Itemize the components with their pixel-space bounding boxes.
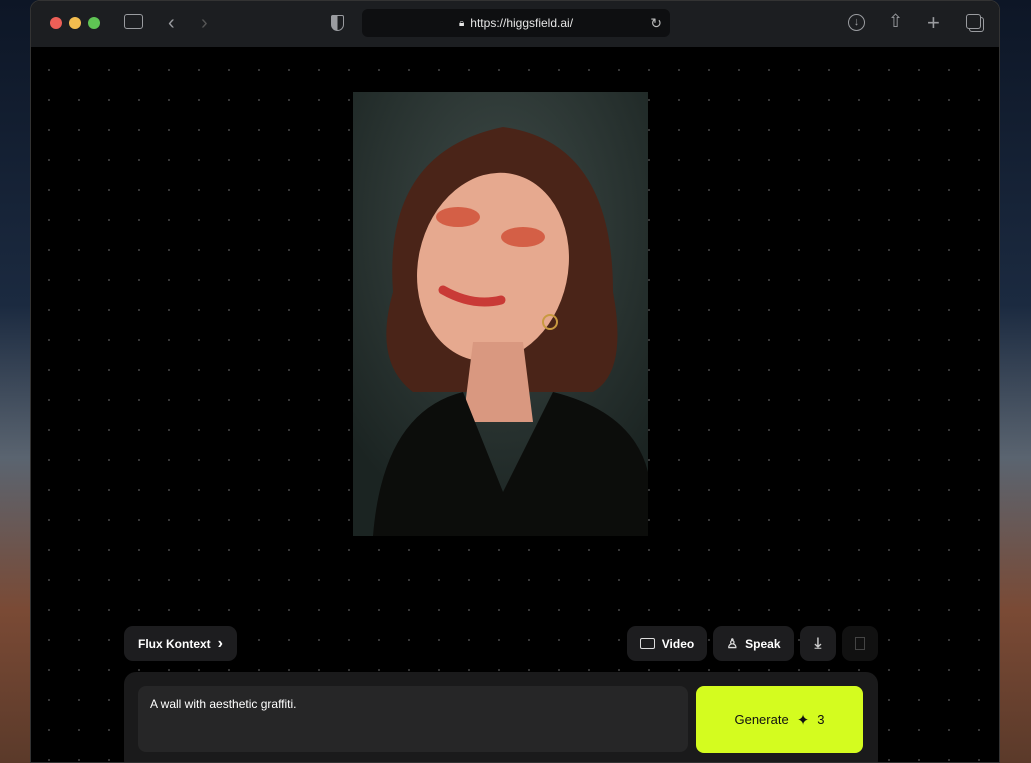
forward-icon[interactable]: › — [201, 13, 208, 33]
reload-icon[interactable]: ↻ — [650, 15, 662, 32]
prompt-panel: A wall with aesthetic graffiti. Generate… — [124, 672, 878, 762]
generate-button[interactable]: Generate ✦ 3 — [696, 686, 863, 753]
share-icon[interactable]: ⇧ — [888, 12, 903, 30]
browser-toolbar: ‹ › 🔒︎ https://higgsfield.ai/ ↻ ↓ ⇧ + — [31, 1, 999, 48]
prompt-input[interactable]: A wall with aesthetic graffiti. — [138, 686, 688, 752]
model-label: Flux Kontext — [138, 636, 211, 651]
maximize-window-button[interactable] — [88, 17, 100, 29]
privacy-shield-icon[interactable] — [331, 15, 344, 31]
speak-button[interactable]: ♙ Speak — [713, 626, 794, 661]
video-label: Video — [661, 636, 695, 651]
download-icon: ⤓ — [814, 635, 822, 652]
url-text: https://higgsfield.ai/ — [470, 16, 574, 30]
sidebar-icon[interactable] — [124, 14, 143, 29]
speak-label: Speak — [745, 636, 781, 651]
bookmark-icon — [855, 637, 865, 650]
sparkle-icon: ✦ — [796, 711, 810, 729]
chevron-right-icon: › — [217, 634, 223, 652]
downloads-icon[interactable]: ↓ — [848, 14, 865, 31]
browser-window: ‹ › 🔒︎ https://higgsfield.ai/ ↻ ↓ ⇧ + Fl… — [30, 0, 1000, 763]
close-window-button[interactable] — [50, 17, 62, 29]
video-camera-icon — [639, 638, 655, 649]
user-voice-icon: ♙ — [726, 635, 739, 651]
minimize-window-button[interactable] — [69, 17, 81, 29]
video-button[interactable]: Video — [627, 626, 707, 661]
back-icon[interactable]: ‹ — [168, 13, 175, 33]
bookmark-button[interactable] — [842, 626, 878, 661]
canvas: Flux Kontext › Video ♙ Speak ⤓ A wall wi… — [31, 48, 999, 762]
model-selector-button[interactable]: Flux Kontext › — [124, 626, 237, 661]
address-bar[interactable]: 🔒︎ https://higgsfield.ai/ ↻ — [362, 9, 670, 37]
lock-icon: 🔒︎ — [458, 17, 465, 29]
tab-overview-icon[interactable] — [966, 14, 981, 29]
new-tab-icon[interactable]: + — [927, 12, 940, 34]
download-button[interactable]: ⤓ — [800, 626, 836, 661]
credit-count: 3 — [817, 712, 825, 727]
generated-image[interactable] — [353, 92, 648, 536]
generate-label: Generate — [734, 712, 789, 727]
